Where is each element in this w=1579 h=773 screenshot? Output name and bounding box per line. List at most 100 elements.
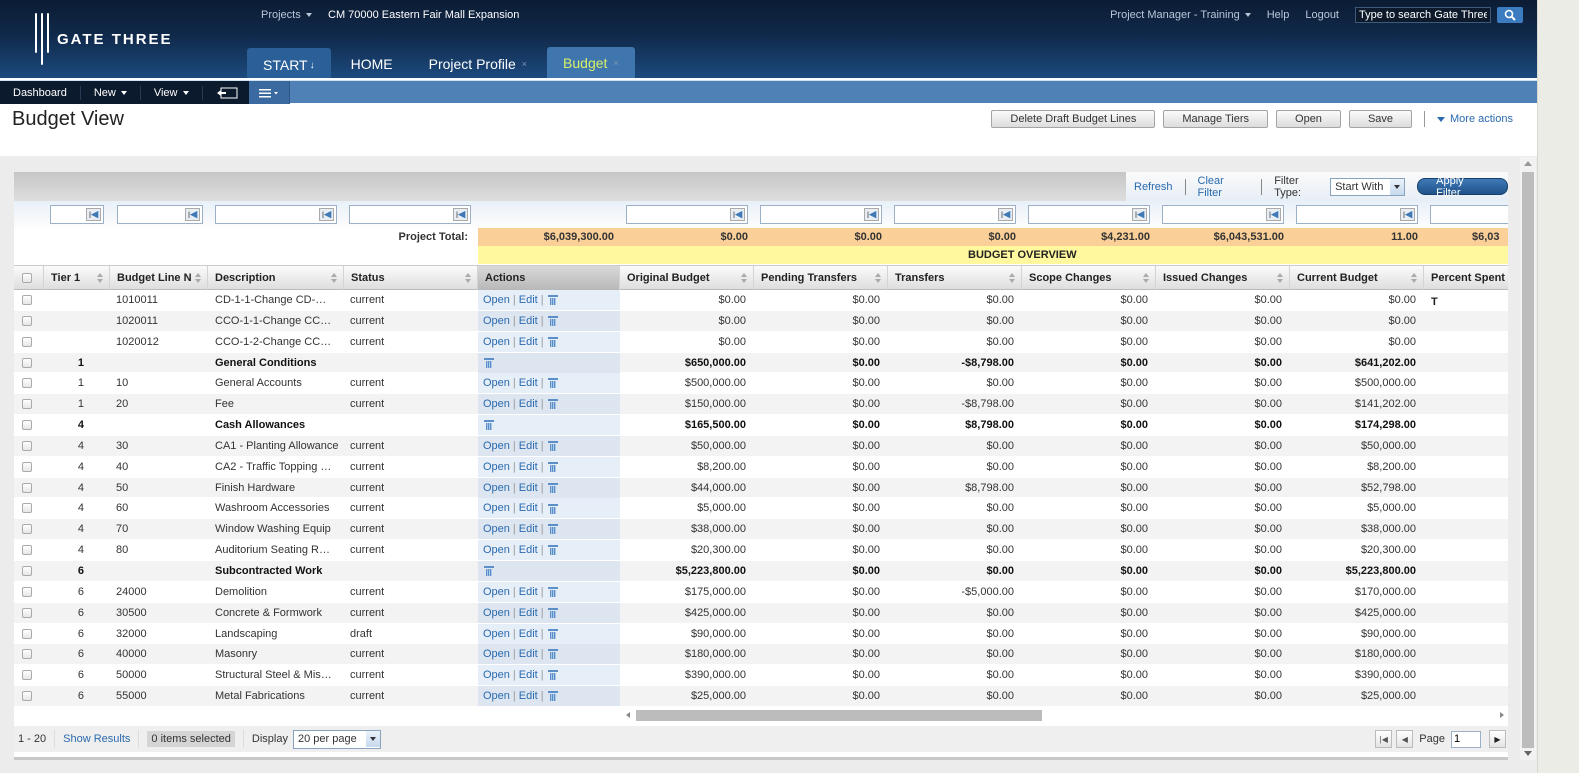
open-link[interactable]: Open (483, 377, 510, 389)
column-header-transfers[interactable]: Transfers (888, 266, 1022, 290)
open-link[interactable]: Open (483, 648, 510, 660)
open-button[interactable]: Open (1276, 110, 1341, 128)
table-row[interactable]: 4 70 Window Washing Equip current $38,000.00… (14, 519, 1508, 541)
open-link[interactable]: Open (483, 294, 510, 306)
view-menu[interactable]: View (141, 85, 203, 100)
trash-icon[interactable] (547, 545, 558, 556)
trash-icon[interactable] (547, 378, 558, 389)
page-number-input[interactable] (1451, 730, 1481, 748)
previous-page-button[interactable]: ◀ (1396, 730, 1414, 748)
first-page-button[interactable]: |◀ (1375, 730, 1393, 748)
table-row[interactable]: 4 80 Auditorium Seating R… current $20,300.0… (14, 540, 1508, 561)
trash-icon[interactable] (547, 628, 558, 639)
row-checkbox[interactable] (22, 524, 32, 535)
user-menu[interactable]: Project Manager - Training (1110, 9, 1251, 21)
row-checkbox[interactable] (22, 336, 32, 347)
column-header-scope-changes[interactable]: Scope Changes (1022, 266, 1156, 290)
row-checkbox[interactable] (22, 399, 32, 410)
table-row[interactable]: 4 40 CA2 - Traffic Topping … current $8,200.… (14, 456, 1508, 478)
row-checkbox[interactable] (22, 565, 32, 576)
filter-input-percent-spent[interactable] (1430, 205, 1508, 224)
column-header-current-budget[interactable]: Current Budget (1290, 266, 1424, 290)
open-link[interactable]: Open (483, 523, 510, 535)
trash-icon[interactable] (484, 566, 494, 577)
row-checkbox[interactable] (22, 461, 32, 472)
edit-link[interactable]: Edit (519, 669, 538, 681)
edit-link[interactable]: Edit (519, 482, 538, 494)
table-row[interactable]: 6 32000 Landscaping draft $90,000.00 $0.00 $0.… (14, 623, 1508, 645)
filter-input-issued-changes[interactable]: I ◀ (1162, 205, 1284, 224)
filter-clear-icon[interactable]: I ◀ (86, 208, 101, 221)
table-row[interactable]: 6 55000 Metal Fabrications current $25,000.0… (14, 686, 1508, 707)
trash-icon[interactable] (547, 315, 558, 326)
open-link[interactable]: Open (483, 461, 510, 473)
open-link[interactable]: Open (483, 482, 510, 494)
column-header-original-budget[interactable]: Original Budget (620, 266, 754, 290)
table-row[interactable]: 1 20 Fee current $150,000.00 $0.00 -$8,798.00 $… (14, 394, 1508, 416)
per-page-select[interactable]: 20 per page (292, 729, 381, 749)
tab-project-profile[interactable]: Project Profile × (413, 50, 543, 78)
scroll-down-icon[interactable] (1524, 751, 1532, 756)
vertical-scroll-thumb[interactable] (1522, 172, 1534, 748)
sort-icon[interactable] (465, 273, 471, 283)
row-checkbox[interactable] (22, 545, 32, 556)
edit-link[interactable]: Edit (519, 502, 538, 514)
row-checkbox[interactable] (22, 295, 32, 305)
table-group-row[interactable]: 6 Subcontracted Work $5,223,800.00 $0.00 $0.… (14, 560, 1508, 582)
column-header-issued-changes[interactable]: Issued Changes (1156, 266, 1290, 290)
trash-icon[interactable] (547, 399, 558, 410)
global-search-input[interactable] (1355, 7, 1491, 23)
table-row[interactable]: 1020012 CCO-1-2-Change CC… current $0.00 $0.… (14, 331, 1508, 353)
open-link[interactable]: Open (483, 628, 510, 640)
manage-tiers-button[interactable]: Manage Tiers (1163, 110, 1269, 128)
horizontal-scrollbar[interactable] (624, 709, 1508, 722)
edit-link[interactable]: Edit (519, 607, 538, 619)
open-link[interactable]: Open (483, 607, 510, 619)
next-page-button[interactable]: ▶ (1489, 730, 1506, 748)
edit-link[interactable]: Edit (519, 461, 538, 473)
sort-icon[interactable] (741, 273, 747, 283)
table-row[interactable]: 1020011 CCO-1-1-Change CC… current $0.00 $0.… (14, 310, 1508, 332)
open-link[interactable]: Open (483, 398, 510, 410)
edit-link[interactable]: Edit (519, 690, 538, 702)
dashboard-button[interactable]: Dashboard (0, 85, 81, 100)
filter-clear-icon[interactable]: I ◀ (1266, 208, 1281, 221)
open-link[interactable]: Open (483, 544, 510, 556)
horizontal-scroll-thumb[interactable] (636, 710, 1042, 721)
row-checkbox[interactable] (22, 649, 32, 660)
scroll-right-icon[interactable] (1500, 712, 1504, 718)
scroll-left-icon[interactable] (626, 712, 630, 718)
sort-icon[interactable] (331, 273, 337, 283)
column-header-budget-line[interactable]: Budget Line N (110, 266, 208, 290)
edit-link[interactable]: Edit (519, 315, 538, 327)
filter-input-description[interactable]: I ◀ (215, 205, 337, 224)
table-row[interactable]: 6 30500 Concrete & Formwork current $425,000… (14, 602, 1508, 624)
edit-link[interactable]: Edit (519, 523, 538, 535)
vertical-scrollbar[interactable] (1520, 157, 1536, 760)
trash-icon[interactable] (547, 649, 558, 660)
open-link[interactable]: Open (483, 502, 510, 514)
gate-three-logo[interactable]: GATE THREE (35, 12, 173, 66)
filter-input-transfers[interactable]: I ◀ (894, 205, 1016, 224)
trash-icon[interactable] (547, 336, 558, 347)
filter-input-tier[interactable]: I ◀ (50, 205, 104, 224)
edit-link[interactable]: Edit (519, 398, 538, 410)
edit-link[interactable]: Edit (519, 628, 538, 640)
row-checkbox[interactable] (22, 607, 32, 618)
filter-input-scope-changes[interactable]: I ◀ (1028, 205, 1150, 224)
trash-icon[interactable] (484, 420, 494, 431)
row-checkbox[interactable] (22, 315, 32, 326)
select-all-checkbox[interactable] (22, 273, 32, 283)
row-checkbox[interactable] (22, 357, 32, 368)
filter-input-pending-transfers[interactable]: I ◀ (760, 205, 882, 224)
table-row[interactable]: 6 40000 Masonry current $180,000.00 $0.00 $0.0… (14, 644, 1508, 666)
tab-start[interactable]: START ↓ (247, 48, 331, 78)
table-group-row[interactable]: 1 General Conditions $650,000.00 $0.00 -$8,7… (14, 352, 1508, 374)
filter-input-current-budget[interactable]: I ◀ (1296, 205, 1418, 224)
row-checkbox[interactable] (22, 503, 32, 514)
filter-clear-icon[interactable]: I ◀ (730, 208, 745, 221)
edit-link[interactable]: Edit (519, 336, 538, 348)
row-checkbox[interactable] (22, 378, 32, 389)
filter-clear-icon[interactable]: I ◀ (1400, 208, 1415, 221)
show-results-link[interactable]: Show Results (55, 730, 140, 748)
